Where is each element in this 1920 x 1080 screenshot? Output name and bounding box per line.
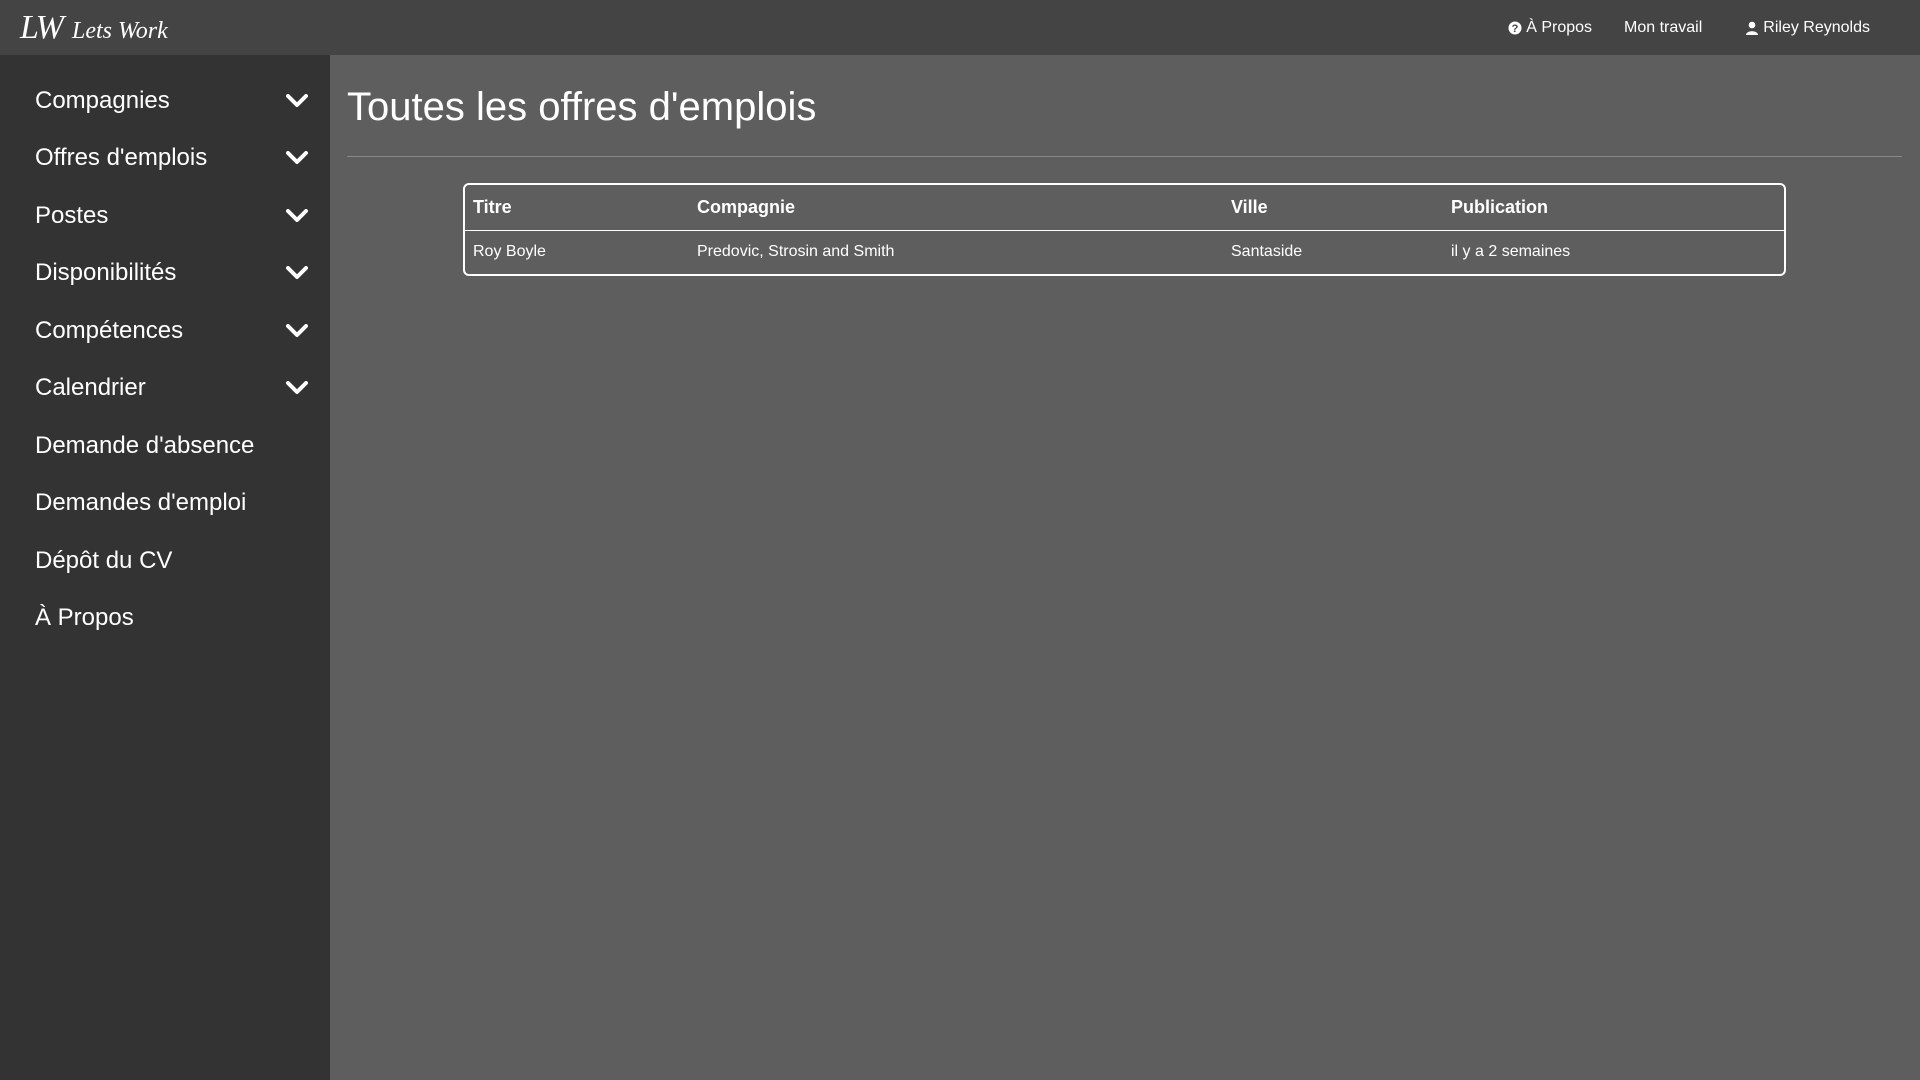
chevron-down-icon[interactable] [286,151,308,165]
sidebar-item-label: Compétences [35,316,184,344]
sidebar-item[interactable]: Calendrier [0,360,330,418]
column-header-publication[interactable]: Publication [1443,185,1784,231]
page-title: Toutes les offres d'emplois [347,85,817,129]
user-icon [1745,21,1759,35]
sidebar-item-label: Demande d'absence [35,431,255,459]
my-work-link-label: Mon travail [1624,18,1703,36]
top-navbar: LW Lets Work ? À Propos Mon travail Rile [0,0,1920,55]
sidebar-item-label: Compagnies [35,86,170,114]
sidebar-item[interactable]: À Propos [0,590,330,648]
my-work-link[interactable]: Mon travail [1624,19,1702,37]
sidebar-item[interactable]: Demandes d'emploi [0,475,330,533]
sidebar-item[interactable]: Disponibilités [0,245,330,303]
sidebar-item[interactable]: Dépôt du CV [0,532,330,590]
sidebar: Compagnies Offres d'emplois Postes Disponib… [0,55,330,1080]
chevron-down-icon[interactable] [286,208,308,223]
title-divider [347,156,1902,157]
user-name-label: Riley Reynolds [1763,18,1870,36]
cell-title: Roy Boyle [473,243,546,261]
sidebar-item[interactable]: Demande d'absence [0,417,330,475]
sidebar-item-label: Calendrier [35,374,146,402]
sidebar-item[interactable]: Offres d'emplois [0,130,330,188]
cell-city: Santaside [1231,243,1303,261]
column-header-title[interactable]: Titre [465,185,689,231]
svg-text:?: ? [1512,23,1519,35]
cell-publication: il y a 2 semaines [1451,243,1571,261]
sidebar-item-label: À Propos [35,604,134,632]
column-header-company[interactable]: Compagnie [689,185,1223,231]
app-logo[interactable]: LW Lets Work [20,9,168,47]
sidebar-item-label: Demandes d'emploi [35,489,247,517]
sidebar-item[interactable]: Compagnies [0,72,330,130]
sidebar-item[interactable]: Compétences [0,302,330,360]
user-menu-link[interactable]: Riley Reynolds [1745,19,1870,37]
about-link[interactable]: ? À Propos [1508,19,1592,37]
logo-name: Lets Work [71,17,168,44]
chevron-down-icon[interactable] [286,381,308,395]
table-row[interactable]: Roy Boyle Predovic, Strosin and Smith Sant… [465,230,1784,274]
main-content: Toutes les offres d'emplois Titre Compag… [330,55,1920,1080]
top-nav-links: ? À Propos Mon travail Riley Reynolds [1476,19,1870,37]
column-header-city[interactable]: Ville [1223,185,1443,231]
chevron-down-icon[interactable] [286,323,308,338]
about-link-label: À Propos [1526,18,1593,36]
sidebar-item-label: Dépôt du CV [35,546,173,574]
table-header-row: Titre Compagnie Ville Publication [465,185,1784,231]
question-circle-icon: ? [1508,21,1522,35]
job-offers-table: Titre Compagnie Ville Publication Roy Bo… [463,183,1786,276]
sidebar-item-label: Offres d'emplois [35,144,208,172]
sidebar-item[interactable]: Postes [0,187,330,245]
chevron-down-icon[interactable] [286,93,308,108]
sidebar-item-label: Postes [35,201,109,229]
sidebar-item-label: Disponibilités [35,259,177,287]
logo-mark: LW [20,8,64,46]
cell-company: Predovic, Strosin and Smith [697,243,895,261]
chevron-down-icon[interactable] [286,266,308,280]
